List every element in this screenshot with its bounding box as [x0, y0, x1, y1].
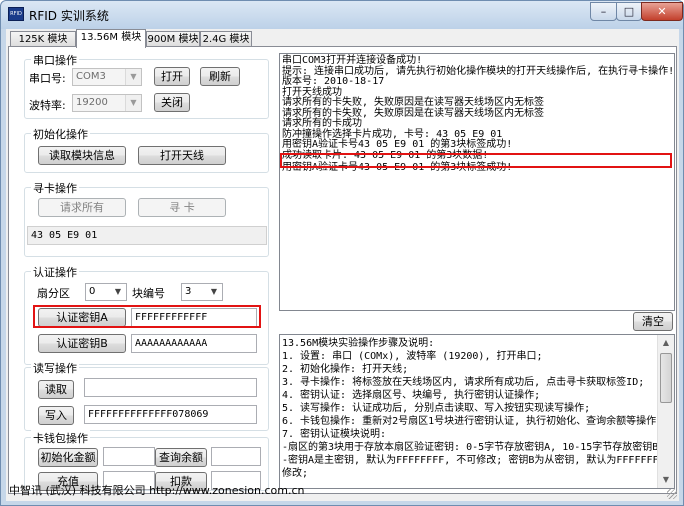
block-select[interactable]: 3 ▼	[181, 283, 223, 301]
instructions-scrollbar[interactable]: ▲ ▼	[657, 335, 674, 488]
app-icon: RFID	[8, 7, 24, 21]
tab-900m[interactable]: 900M 模块	[146, 31, 200, 47]
sector-label: 扇分区	[37, 287, 70, 300]
auth-key-b-button[interactable]: 认证密钥B	[38, 334, 126, 353]
seek-card-button[interactable]: 寻 卡	[138, 198, 226, 217]
log-line: 请求所有的卡失败, 失败原因是在读写器天线场区内无标签	[282, 97, 545, 108]
read-data-field[interactable]	[84, 378, 257, 397]
baud-label: 波特率:	[29, 99, 66, 112]
read-module-info-button[interactable]: 读取模块信息	[38, 146, 126, 165]
read-button[interactable]: 读取	[38, 380, 74, 399]
minimize-button[interactable]: –	[590, 2, 617, 21]
chevron-down-icon: ▼	[125, 95, 141, 111]
help-line: -扇区的第3块用于存放本扇区验证密钥: 0-5字节存放密钥A, 10-15字节存…	[282, 442, 665, 453]
client-area: 125K 模块 13.56M 模块 900M 模块 2.4G 模块 串口操作 串…	[6, 29, 679, 501]
tab-1356m[interactable]: 13.56M 模块	[76, 29, 146, 48]
scroll-up-icon[interactable]: ▲	[658, 335, 674, 351]
status-bar: 中智讯 (武汉) 科技有限公司 http://www.zonesion.com.…	[6, 481, 679, 501]
help-line: 2. 初始化操作: 打开天线;	[282, 364, 409, 375]
close-port-button[interactable]: 关闭	[154, 93, 190, 112]
help-line: 6. 卡钱包操作: 重新对2号扇区1号块进行密钥认证, 执行初始化、查询余额等操…	[282, 416, 663, 427]
baud-select[interactable]: 19200 ▼	[72, 94, 142, 112]
init-amount-field[interactable]	[103, 447, 155, 466]
write-data-field[interactable]: FFFFFFFFFFFFFF078069	[84, 405, 257, 424]
init-group: 初始化操作 读取模块信息 打开天线	[24, 126, 269, 173]
log-highlight-box	[280, 153, 672, 168]
init-amount-button[interactable]: 初始化金额	[38, 448, 98, 467]
log-line: 串口COM3打开并连接设备成功!	[282, 55, 423, 66]
refresh-button[interactable]: 刷新	[200, 67, 240, 86]
wallet-group-title: 卡钱包操作	[31, 430, 90, 446]
close-button[interactable]: ✕	[641, 2, 683, 21]
baud-value: 19200	[76, 97, 108, 108]
clear-log-button[interactable]: 清空	[633, 312, 673, 331]
log-line: 用密钥A验证卡号43 05 E9 01 的第3块标签成功!	[282, 139, 513, 150]
status-text: 中智讯 (武汉) 科技有限公司 http://www.zonesion.com.…	[9, 484, 305, 497]
serial-group: 串口操作 串口号: COM3 ▼ 打开 刷新 波特率: 19200 ▼ 关闭	[24, 52, 269, 119]
open-antenna-button[interactable]: 打开天线	[138, 146, 226, 165]
card-id-field[interactable]: 43 05 E9 01	[27, 226, 267, 245]
log-line: 请求所有的卡成功	[282, 118, 362, 129]
window-title: RFID 实训系统	[29, 9, 109, 23]
help-line: 5. 读写操作: 认证成功后, 分别点击读取、写入按钮实现读写操作;	[282, 403, 591, 414]
log-output[interactable]: 串口COM3打开并连接设备成功! 提示: 连接串口成功后, 请先执行初始化操作模…	[279, 53, 675, 311]
rw-group-title: 读写操作	[31, 360, 79, 376]
auth-group-title: 认证操作	[31, 264, 79, 280]
scroll-thumb[interactable]	[660, 353, 672, 403]
write-button[interactable]: 写入	[38, 406, 74, 425]
chevron-down-icon: ▼	[114, 287, 122, 296]
init-group-title: 初始化操作	[31, 126, 90, 142]
help-line: 3. 寻卡操作: 将标签放在天线场区内, 请求所有成功后, 点击寻卡获取标签ID…	[282, 377, 645, 388]
maximize-button[interactable]: □	[616, 2, 642, 21]
request-all-button[interactable]: 请求所有	[38, 198, 126, 217]
help-line: -密钥A是主密钥, 默认为FFFFFFFF, 不可修改; 密钥B为从密钥, 默认…	[282, 455, 675, 466]
open-port-button[interactable]: 打开	[154, 67, 190, 86]
help-line: 修改;	[282, 468, 309, 479]
serial-group-title: 串口操作	[31, 52, 79, 68]
app-window: RFID RFID 实训系统 – □ ✕ 125K 模块 13.56M 模块 9…	[0, 0, 684, 506]
rw-group: 读写操作 读取 写入 FFFFFFFFFFFFFF078069	[24, 360, 269, 431]
query-balance-button[interactable]: 查询余额	[155, 448, 207, 467]
chevron-down-icon: ▼	[210, 287, 218, 296]
log-line: 版本号: 2010-18-17	[282, 76, 385, 87]
key-b-field[interactable]: AAAAAAAAAAAA	[131, 334, 257, 353]
sector-select[interactable]: 0 ▼	[85, 283, 127, 301]
tab-panel-1356m: 串口操作 串口号: COM3 ▼ 打开 刷新 波特率: 19200 ▼ 关闭 初…	[8, 46, 677, 494]
help-line: 1. 设置: 串口 (COMx), 波特率 (19200), 打开串口;	[282, 351, 543, 362]
seek-group: 寻卡操作 请求所有 寻 卡 43 05 E9 01	[24, 180, 269, 257]
title-bar[interactable]: RFID RFID 实训系统 – □ ✕	[1, 1, 683, 29]
help-line: 13.56M模块实验操作步骤及说明:	[282, 338, 435, 349]
tab-125k[interactable]: 125K 模块	[10, 31, 76, 47]
block-value: 3	[185, 286, 192, 297]
instructions-panel[interactable]: 13.56M模块实验操作步骤及说明: 1. 设置: 串口 (COMx), 波特率…	[279, 334, 675, 489]
key-a-highlight-box	[33, 305, 261, 328]
balance-field[interactable]	[211, 447, 261, 466]
seek-group-title: 寻卡操作	[31, 180, 79, 196]
help-line: 7. 密钥认证模块说明:	[282, 429, 387, 440]
port-label: 串口号:	[29, 72, 66, 85]
resize-grip-icon[interactable]	[667, 489, 677, 499]
help-line: 4. 密钥认证: 选择扇区号、块编号, 执行密钥认证操作;	[282, 390, 541, 401]
tab-24g[interactable]: 2.4G 模块	[200, 31, 252, 47]
block-label: 块编号	[132, 287, 165, 300]
port-select[interactable]: COM3 ▼	[72, 68, 142, 86]
port-value: COM3	[76, 71, 106, 82]
sector-value: 0	[89, 286, 96, 297]
chevron-down-icon: ▼	[125, 69, 141, 85]
